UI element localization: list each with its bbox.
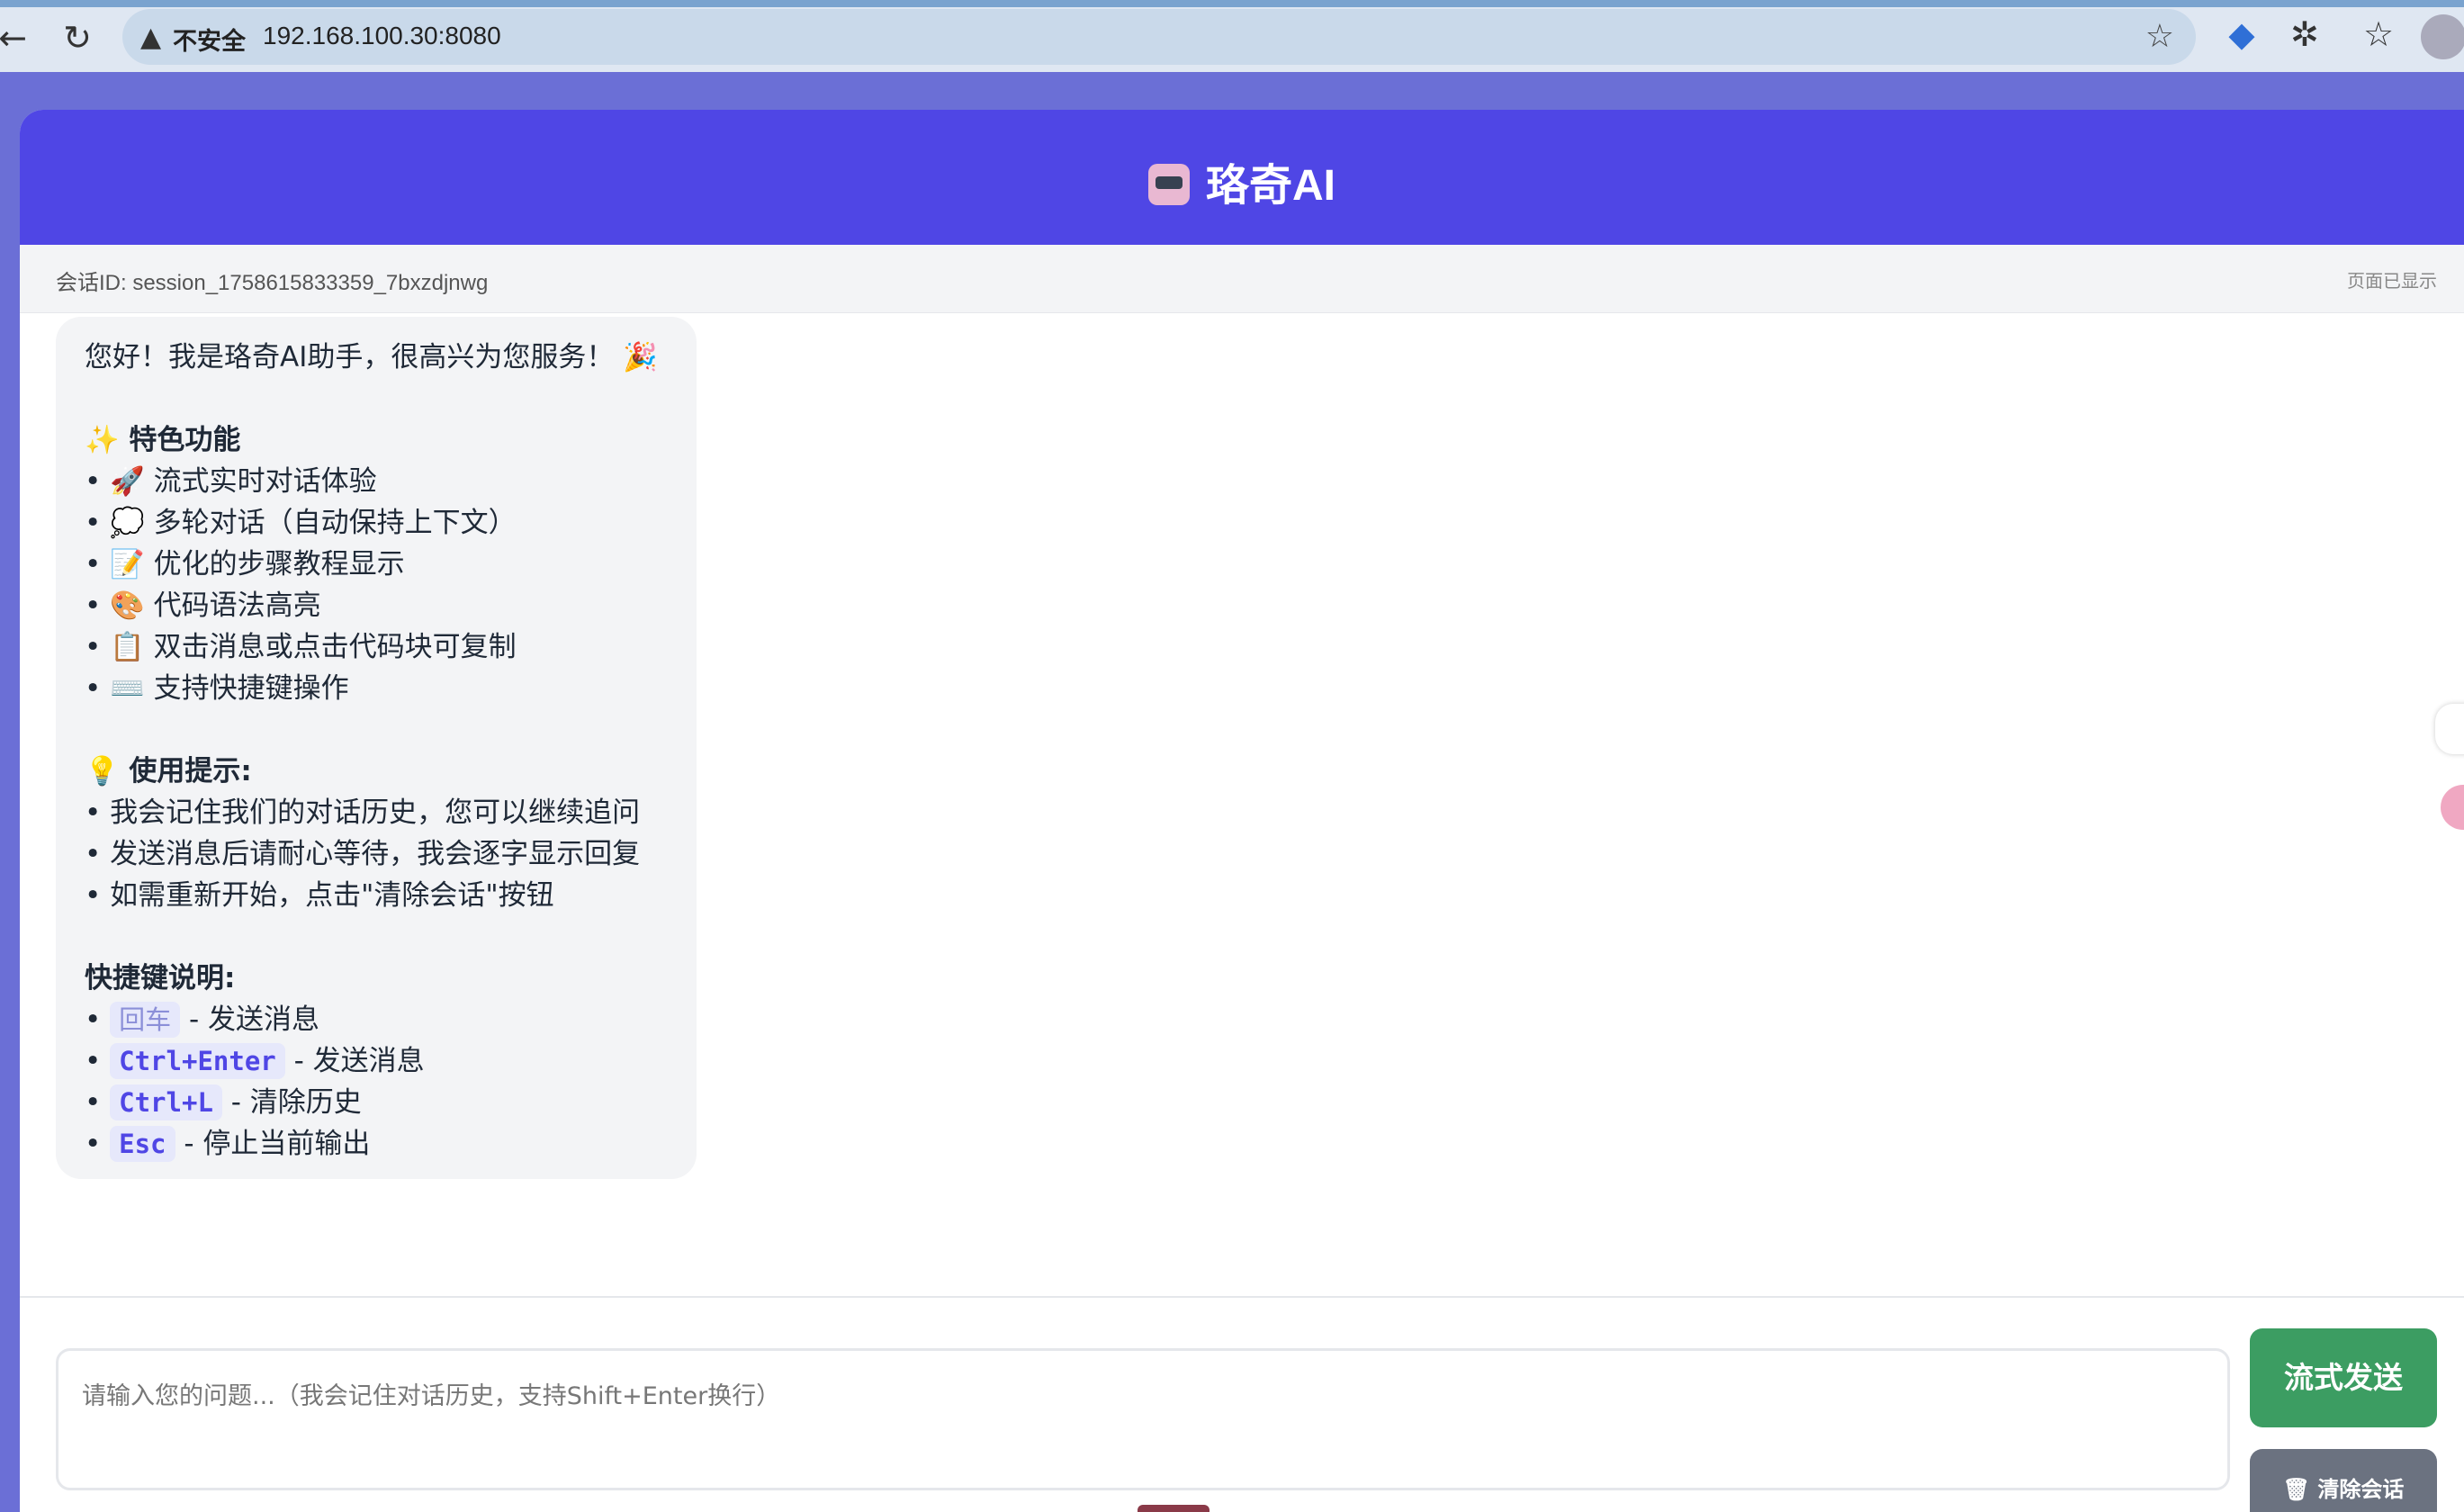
chat-messages[interactable]: 您好！我是珞奇AI助手，很高兴为您服务！ 🎉 ✨ 特色功能 • 🚀 流式实时对话…	[20, 313, 2464, 1296]
profile-avatar[interactable]	[2421, 14, 2464, 59]
session-bar: 会话ID: session_1758615833359_7bxzdjnwg 页面…	[20, 245, 2464, 313]
back-icon[interactable]: ←	[0, 18, 32, 58]
browser-tab-strip	[0, 0, 2464, 7]
stream-send-button[interactable]: 流式发送	[2250, 1328, 2437, 1427]
shortcut-desc: - 清除历史	[221, 1086, 362, 1119]
bottom-handle[interactable]	[1138, 1505, 1210, 1512]
shortcut-item: • Ctrl+Enter - 发送消息	[85, 1043, 425, 1079]
greeting-text: 您好！我是珞奇AI助手，很高兴为您服务！ 🎉	[85, 341, 658, 374]
page-status: 页面已显示	[2347, 272, 2437, 292]
shortcut-item: • 回车 - 发送消息	[85, 1002, 320, 1038]
shortcuts-title: 快捷键说明:	[85, 962, 236, 994]
title-text: 珞奇AI	[1205, 162, 1335, 210]
tip-item: • 我会记住我们的对话历史，您可以继续追问	[85, 796, 641, 829]
assistant-message[interactable]: 您好！我是珞奇AI助手，很高兴为您服务！ 🎉 ✨ 特色功能 • 🚀 流式实时对话…	[56, 317, 697, 1179]
features-title: ✨ 特色功能	[85, 424, 241, 456]
shortcut-item: • Ctrl+L - 清除历史	[85, 1084, 362, 1120]
insecure-label: 不安全	[173, 28, 246, 56]
address-bar[interactable]: ▲ 不安全 192.168.100.30:8080 ☆	[122, 9, 2196, 65]
feature-item: • 📝 优化的步骤教程显示	[85, 548, 405, 580]
shortcut-desc: - 发送消息	[284, 1045, 425, 1077]
input-divider	[20, 1296, 2464, 1298]
reload-icon[interactable]: ↻	[58, 18, 97, 58]
tip-item: • 如需重新开始，点击"清除会话"按钮	[85, 879, 554, 912]
shortcut-key: Ctrl+Enter	[110, 1043, 285, 1079]
browser-toolbar: ← ↻ ▲ 不安全 192.168.100.30:8080 ☆ ◆ ✲ ☆	[0, 0, 2464, 72]
warning-icon: ▲	[140, 22, 162, 53]
shortcut-key: Esc	[110, 1126, 175, 1162]
trash-icon: 🗑	[2282, 1477, 2318, 1502]
shortcut-desc: - 停止当前输出	[175, 1128, 371, 1160]
tips-title: 💡 使用提示:	[85, 755, 252, 788]
shortcut-item: • Esc - 停止当前输出	[85, 1126, 371, 1162]
feature-item: • ⌨️ 支持快捷键操作	[85, 672, 349, 705]
feature-item: • 🎨 代码语法高亮	[85, 590, 321, 622]
chat-app: 珞奇AI 会话ID: session_1758615833359_7bxzdjn…	[20, 110, 2464, 1512]
clear-session-button[interactable]: 🗑 清除会话	[2250, 1449, 2437, 1512]
clear-label: 清除会话	[2317, 1477, 2405, 1502]
shortcut-key: Ctrl+L	[110, 1084, 222, 1120]
shortcut-desc: - 发送消息	[180, 1004, 320, 1036]
feature-item: • 📋 双击消息或点击代码块可复制	[85, 631, 517, 663]
bookmark-star-icon[interactable]: ☆	[2145, 18, 2174, 55]
extensions-puzzle-icon[interactable]: ✲	[2282, 14, 2327, 54]
page-title: 珞奇AI	[20, 149, 2464, 212]
shortcut-key: 回车	[110, 1002, 181, 1038]
url-text[interactable]: 192.168.100.30:8080	[263, 22, 501, 50]
app-header: 珞奇AI	[20, 110, 2464, 245]
robot-icon	[1147, 164, 1190, 205]
extension-bird-icon[interactable]: ◆	[2219, 14, 2264, 54]
message-input[interactable]: 请输入您的问题...（我会记住对话历史，支持Shift+Enter换行）	[56, 1348, 2230, 1490]
side-panel-tab[interactable]	[2435, 704, 2464, 754]
tip-item: • 发送消息后请耐心等待，我会逐字显示回复	[85, 838, 641, 870]
feature-item: • 💭 多轮对话（自动保持上下文）	[85, 507, 517, 539]
favorites-icon[interactable]: ☆	[2356, 14, 2401, 54]
feature-item: • 🚀 流式实时对话体验	[85, 465, 377, 498]
session-id: 会话ID: session_1758615833359_7bxzdjnwg	[56, 271, 489, 295]
